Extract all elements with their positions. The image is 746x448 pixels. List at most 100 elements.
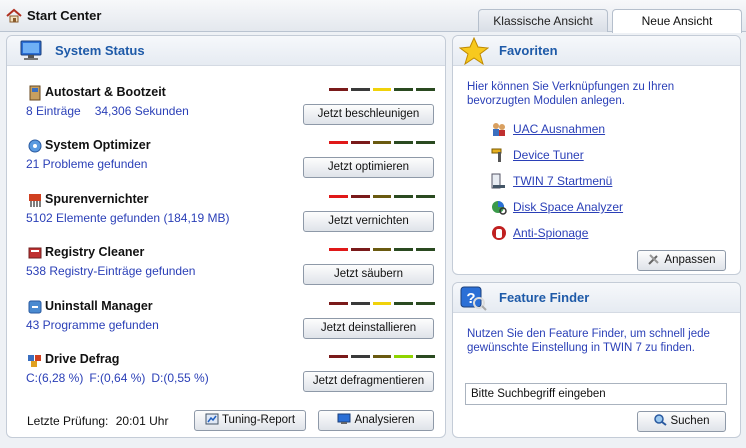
- fav-link-label[interactable]: Disk Space Analyzer: [513, 200, 623, 214]
- status-item: System Optimizer 21 Probleme gefunden Jetz…: [23, 135, 437, 185]
- status-info-value: 34,306 Sekunden: [94, 104, 189, 118]
- system-status-header: System Status: [7, 36, 445, 66]
- device-tuner-icon: [491, 148, 502, 162]
- title-bar: Start Center Klassische Ansicht Neue Ans…: [0, 0, 746, 33]
- status-info-value: C:(6,28 %): [26, 371, 84, 385]
- meter-segment: [329, 88, 348, 91]
- analyse-button[interactable]: Analysieren: [318, 410, 434, 431]
- meter-segment: [416, 301, 435, 305]
- analyse-icon: [337, 413, 351, 424]
- meter-segment: [372, 248, 392, 252]
- status-meter: [329, 141, 435, 145]
- status-item-name: Uninstall Manager: [45, 298, 153, 313]
- meter-segment: [372, 141, 392, 145]
- status-info-value: D:(0,55 %): [151, 371, 209, 385]
- fav-link-label[interactable]: TWIN 7 Startmenü: [513, 174, 612, 188]
- meter-segment: [372, 194, 392, 198]
- status-info-value: 8 Einträge: [26, 104, 81, 118]
- search-input[interactable]: [465, 383, 727, 405]
- last-check: Letzte Prüfung: 20:01 Uhr: [27, 414, 168, 428]
- tuning-report-label: Tuning-Report: [221, 414, 296, 426]
- search-button-label: Suchen: [670, 415, 710, 427]
- feature-finder-header: ? Feature Finder: [453, 283, 740, 313]
- status-item: Uninstall Manager 43 Programme gefunden Je…: [23, 296, 437, 346]
- meter-segment: [329, 194, 348, 198]
- optimizer-icon: [28, 139, 42, 153]
- status-action-button[interactable]: Jetzt optimieren: [303, 157, 434, 179]
- meter-segment: [416, 141, 435, 145]
- meter-segment: [350, 301, 370, 305]
- status-item-name: System Optimizer: [45, 138, 151, 153]
- fav-link-label[interactable]: UAC Ausnahmen: [513, 122, 605, 136]
- status-item-name: Registry Cleaner: [45, 245, 145, 260]
- tab-classic-view[interactable]: Klassische Ansicht: [478, 9, 608, 32]
- meter-segment: [350, 194, 370, 198]
- autostart-icon: [29, 85, 41, 101]
- status-item-info: 5102 Elemente gefunden (184,19 MB): [26, 211, 243, 225]
- status-item-info: 8 Einträge 34,306 Sekunden: [26, 104, 203, 118]
- meter-segment: [350, 88, 370, 91]
- feature-finder-description: Nutzen Sie den Feature Finder, um schnel…: [467, 328, 710, 354]
- uac-icon: [493, 123, 505, 136]
- fav-link-label[interactable]: Device Tuner: [513, 148, 584, 162]
- meter-segment: [329, 141, 348, 145]
- meter-segment: [416, 88, 435, 91]
- last-check-label: Letzte Prüfung:: [27, 414, 109, 428]
- status-meter: [329, 355, 435, 358]
- favorites-description: Hier können Sie Verknüpfungen zu Ihren b…: [467, 81, 675, 107]
- customize-button[interactable]: Anpassen: [637, 250, 726, 271]
- status-item-name: Autostart & Bootzeit: [45, 85, 166, 99]
- status-action-button[interactable]: Jetzt defragmentieren: [303, 371, 434, 392]
- meter-segment: [350, 355, 370, 358]
- disk-analyzer-icon: [492, 201, 507, 215]
- status-item-info: C:(6,28 %) F:(0,64 %) D:(0,55 %): [26, 371, 215, 385]
- status-info-value: 21 Probleme gefunden: [26, 157, 148, 172]
- window-title: Start Center: [27, 8, 102, 23]
- meter-segment: [329, 248, 348, 252]
- star-icon: [459, 37, 489, 65]
- status-action-button[interactable]: Jetzt deinstallieren: [303, 317, 434, 339]
- analyse-label: Analysieren: [354, 414, 415, 426]
- meter-segment: [329, 301, 348, 305]
- meter-segment: [372, 301, 392, 305]
- monitor-icon: [20, 40, 42, 60]
- registry-icon: [28, 247, 42, 259]
- meter-segment: [329, 355, 348, 358]
- status-item-name: Drive Defrag: [45, 352, 120, 366]
- status-item-info: 43 Programme gefunden: [26, 318, 173, 332]
- status-meter: [329, 248, 435, 252]
- meter-segment: [394, 355, 414, 358]
- status-action-button[interactable]: Jetzt vernichten: [303, 210, 434, 232]
- status-item-info: 21 Probleme gefunden: [26, 157, 161, 171]
- status-info-value: F:(0,64 %): [89, 371, 146, 385]
- feature-finder-title: Feature Finder: [499, 290, 590, 305]
- last-check-time: 20:01 Uhr: [115, 414, 169, 428]
- defrag-icon: [28, 355, 41, 367]
- tools-icon: [648, 254, 660, 265]
- status-item-name: Spurenvernichter: [45, 191, 149, 206]
- tuning-report-button[interactable]: Tuning-Report: [194, 410, 306, 431]
- startmenu-icon: [491, 173, 505, 189]
- fav-link-label[interactable]: Anti-Spionage: [513, 226, 588, 240]
- system-status-panel: System Status Autostart & Bootzeit 8 Eint…: [6, 35, 446, 438]
- meter-segment: [394, 141, 414, 145]
- system-status-title: System Status: [55, 43, 145, 58]
- feature-finder-panel: ? Feature Finder Nutzen Sie den Feature …: [452, 282, 741, 438]
- meter-segment: [394, 88, 414, 91]
- meter-segment: [416, 194, 435, 198]
- favorites-header: Favoriten: [453, 36, 740, 66]
- status-item: Drive Defrag C:(6,28 %) F:(0,64 %) D:(0,55 …: [23, 349, 437, 399]
- search-icon: [654, 414, 668, 426]
- shredder-icon: [29, 193, 41, 207]
- status-item: Registry Cleaner 538 Registry-Einträge ge…: [23, 242, 437, 292]
- tab-new-view[interactable]: Neue Ansicht: [612, 9, 742, 33]
- status-info-value: 5102 Elemente gefunden (184,19 MB): [26, 210, 230, 225]
- home-icon[interactable]: [6, 8, 22, 24]
- meter-segment: [416, 355, 435, 358]
- status-action-button[interactable]: Jetzt säubern: [303, 264, 434, 286]
- meter-segment: [394, 301, 414, 305]
- status-action-button[interactable]: Jetzt beschleunigen: [303, 104, 434, 125]
- search-button[interactable]: Suchen: [637, 411, 726, 432]
- meter-segment: [394, 248, 414, 252]
- status-info-value: 538 Registry-Einträge gefunden: [26, 264, 196, 279]
